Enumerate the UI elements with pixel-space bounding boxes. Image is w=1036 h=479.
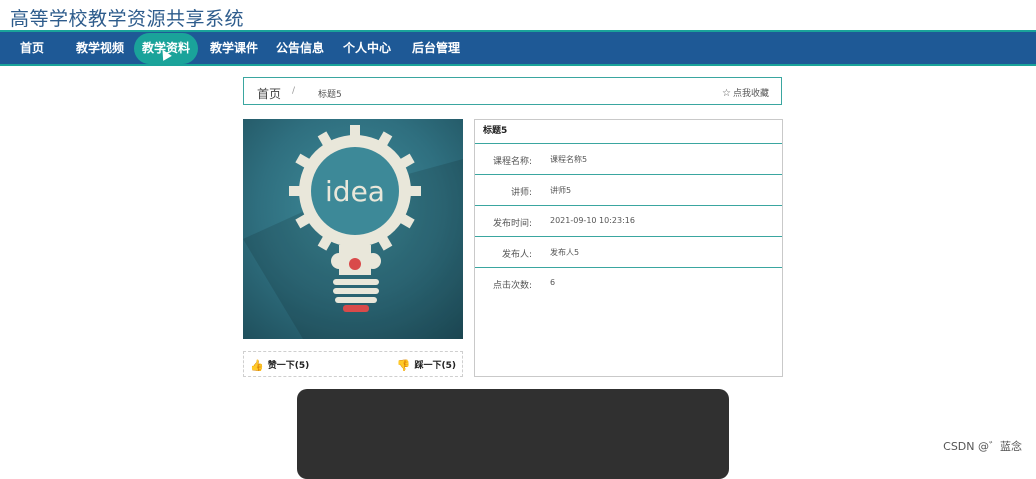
publish-time-label: 发布时间: <box>492 219 532 229</box>
dislike-label: 踩一下(5) <box>414 361 457 371</box>
favorite-button[interactable]: ☆ 点我收藏 <box>722 86 769 99</box>
nav-admin[interactable]: 后台管理 <box>406 32 466 64</box>
main-navbar: 首页 教学视频 教学资料 教学课件 公告信息 个人中心 后台管理 <box>0 30 1036 66</box>
lecturer-value: 讲师5 <box>550 186 572 195</box>
star-icon: ☆ <box>722 88 731 99</box>
nav-announcements[interactable]: 公告信息 <box>270 32 330 64</box>
detail-title: 标题5 <box>475 120 782 144</box>
course-cover-image: idea <box>243 119 463 339</box>
detail-row: 发布人: 发布人5 <box>475 237 782 268</box>
course-detail-panel: 标题5 课程名称: 课程名称5 讲师: 讲师5 发布时间: 2021-09-10… <box>474 119 783 377</box>
click-count-value: 6 <box>550 278 556 287</box>
thumbs-down-icon: 👎 <box>396 359 411 372</box>
detail-row: 课程名称: 课程名称5 <box>475 144 782 175</box>
favorite-label: 点我收藏 <box>732 89 769 99</box>
detail-row: 讲师: 讲师5 <box>475 175 782 206</box>
nav-personal-center[interactable]: 个人中心 <box>337 32 397 64</box>
publish-time-value: 2021-09-10 10:23:16 <box>550 216 635 225</box>
breadcrumb-current: 标题5 <box>318 90 342 100</box>
like-label: 赞一下(5) <box>267 361 310 371</box>
breadcrumb-home-link[interactable]: 首页 <box>257 85 281 102</box>
nav-teaching-videos[interactable]: 教学视频 <box>70 32 130 64</box>
thumbs-up-icon: 👍 <box>250 359 264 372</box>
detail-row: 发布时间: 2021-09-10 10:23:16 <box>475 206 782 237</box>
course-name-label: 课程名称: <box>492 157 532 167</box>
detail-row: 点击次数: 6 <box>475 268 782 298</box>
watermark: CSDN @゛蓝念 <box>943 440 1022 453</box>
dislike-button[interactable]: 👎 踩一下(5) <box>397 358 456 372</box>
nav-home[interactable]: 首页 <box>10 32 54 64</box>
lecturer-label: 讲师: <box>510 188 532 198</box>
course-name-value: 课程名称5 <box>550 155 588 164</box>
cover-lettering: idea <box>325 175 385 208</box>
breadcrumb: 首页 / 标题5 ☆ 点我收藏 <box>243 77 782 105</box>
vote-bar: 👍 赞一下(5) 👎 踩一下(5) <box>243 351 463 377</box>
click-count-label: 点击次数: <box>492 281 532 291</box>
publisher-label: 发布人: <box>501 250 532 260</box>
nav-courseware[interactable]: 教学课件 <box>204 32 264 64</box>
site-title: 高等学校教学资源共享系统 <box>10 8 245 30</box>
publisher-value: 发布人5 <box>550 248 580 257</box>
like-button[interactable]: 👍 赞一下(5) <box>250 358 309 372</box>
lightbulb-idea-icon: idea <box>243 125 463 339</box>
video-player-panel[interactable] <box>297 389 729 479</box>
breadcrumb-separator: / <box>292 86 296 96</box>
